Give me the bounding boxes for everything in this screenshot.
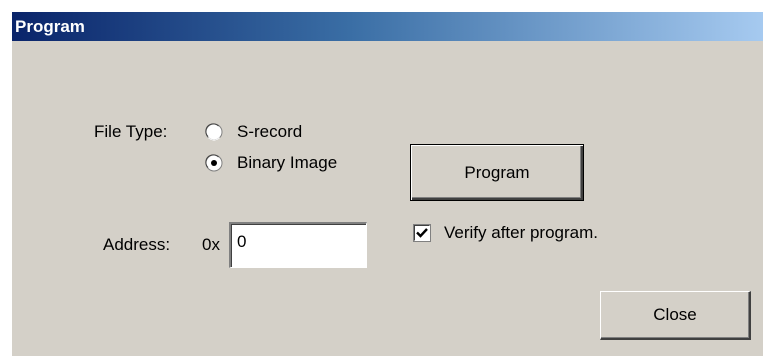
radio-unselected-icon <box>205 123 223 141</box>
radio-selected-icon <box>205 154 223 172</box>
close-button[interactable]: Close <box>600 291 751 340</box>
checkbox-checked-icon <box>413 224 431 242</box>
file-type-label: File Type: <box>94 122 168 141</box>
verify-label[interactable]: Verify after program. <box>444 223 598 243</box>
address-prefix: 0x <box>202 235 220 254</box>
title-bar[interactable]: Program <box>12 12 763 41</box>
radio-binary-image[interactable] <box>205 154 223 172</box>
address-field-frame <box>229 222 367 268</box>
program-button[interactable]: Program <box>410 144 584 201</box>
program-dialog: Program File Type: S-record Binary Image… <box>11 11 763 356</box>
radio-binary-image-label[interactable]: Binary Image <box>237 153 337 173</box>
radio-s-record-label[interactable]: S-record <box>237 122 302 142</box>
address-input[interactable] <box>237 231 357 253</box>
verify-checkbox[interactable] <box>413 224 431 242</box>
address-label: Address: <box>103 235 171 254</box>
dialog-title: Program <box>15 17 85 36</box>
radio-s-record[interactable] <box>205 123 223 141</box>
